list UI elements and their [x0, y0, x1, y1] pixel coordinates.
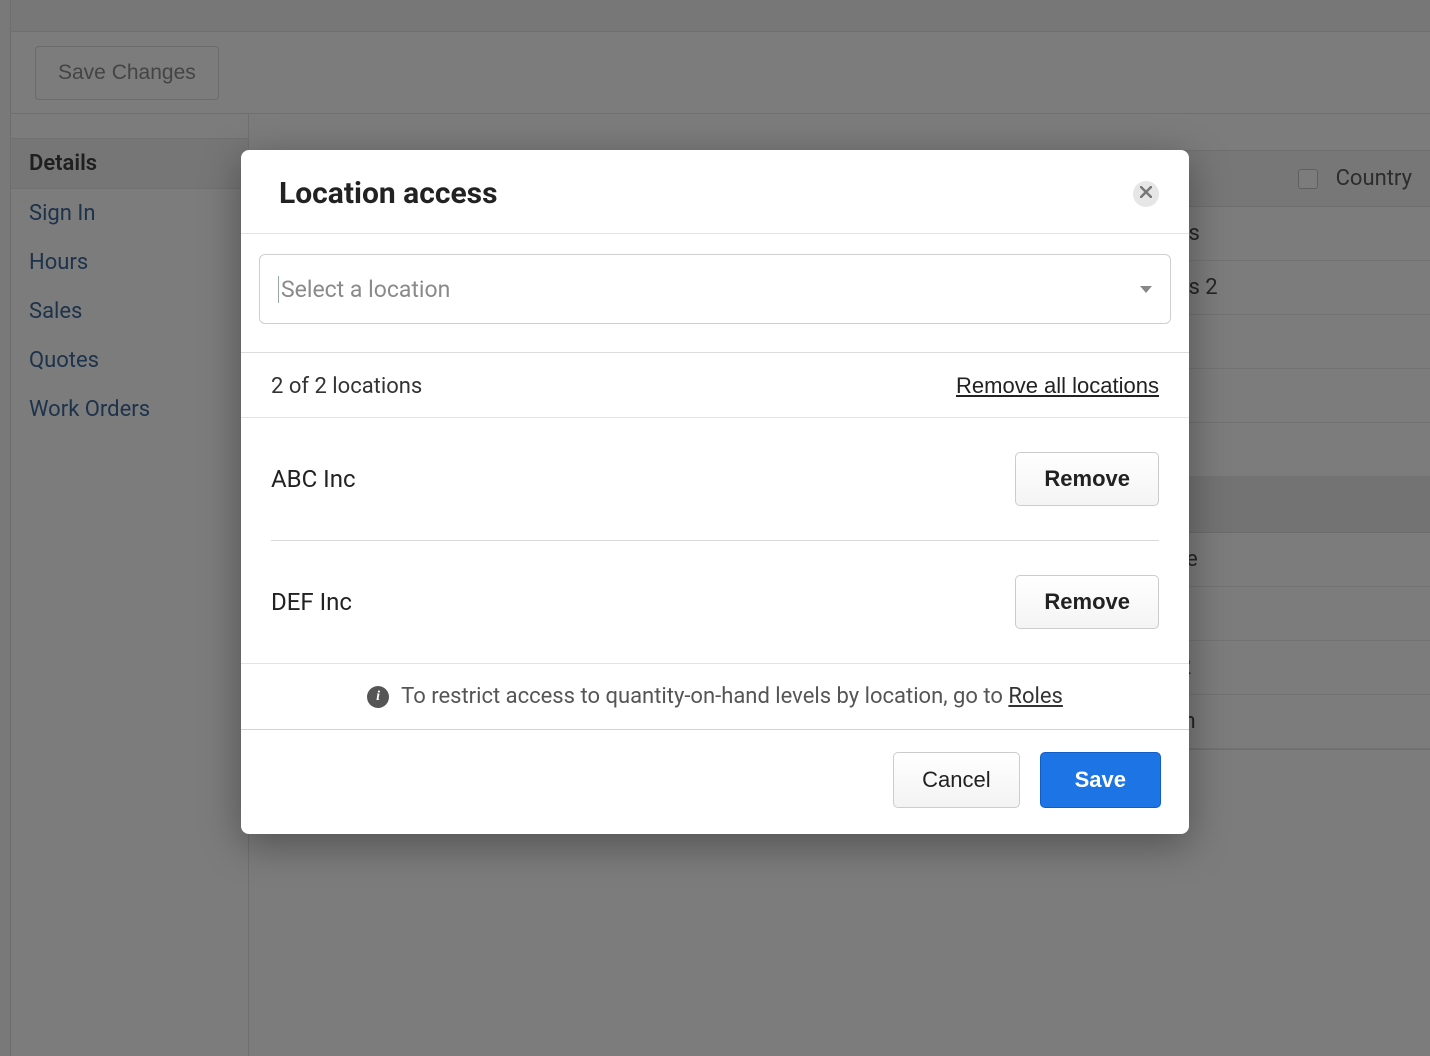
info-text: To restrict access to quantity-on-hand l… — [401, 684, 1063, 709]
remove-location-button[interactable]: Remove — [1015, 575, 1159, 629]
remove-location-button[interactable]: Remove — [1015, 452, 1159, 506]
modal-header: Location access — [241, 150, 1189, 234]
location-name: DEF Inc — [271, 588, 352, 616]
info-icon: i — [367, 686, 389, 708]
info-row: i To restrict access to quantity-on-hand… — [241, 663, 1189, 730]
chevron-down-icon — [1140, 286, 1152, 293]
save-button[interactable]: Save — [1040, 752, 1161, 808]
location-row: ABC Inc Remove — [271, 418, 1159, 541]
close-icon — [1140, 185, 1152, 203]
select-location-section: Select a location — [241, 234, 1189, 353]
cancel-button[interactable]: Cancel — [893, 752, 1019, 808]
modal-footer: Cancel Save — [241, 730, 1189, 834]
info-text-prefix: To restrict access to quantity-on-hand l… — [401, 684, 1008, 709]
select-placeholder: Select a location — [278, 276, 450, 303]
roles-link[interactable]: Roles — [1008, 684, 1062, 709]
location-count-text: 2 of 2 locations — [271, 374, 422, 399]
location-row: DEF Inc Remove — [271, 541, 1159, 663]
modal-title: Location access — [279, 176, 497, 211]
modal-overlay: Location access Select a location 2 of 2… — [0, 0, 1430, 1056]
remove-all-link[interactable]: Remove all locations — [956, 373, 1159, 399]
location-name: ABC Inc — [271, 465, 356, 493]
select-location-dropdown[interactable]: Select a location — [259, 254, 1171, 324]
location-count-row: 2 of 2 locations Remove all locations — [241, 353, 1189, 418]
location-access-modal: Location access Select a location 2 of 2… — [241, 150, 1189, 834]
close-button[interactable] — [1133, 181, 1159, 207]
location-list: ABC Inc Remove DEF Inc Remove — [241, 418, 1189, 663]
